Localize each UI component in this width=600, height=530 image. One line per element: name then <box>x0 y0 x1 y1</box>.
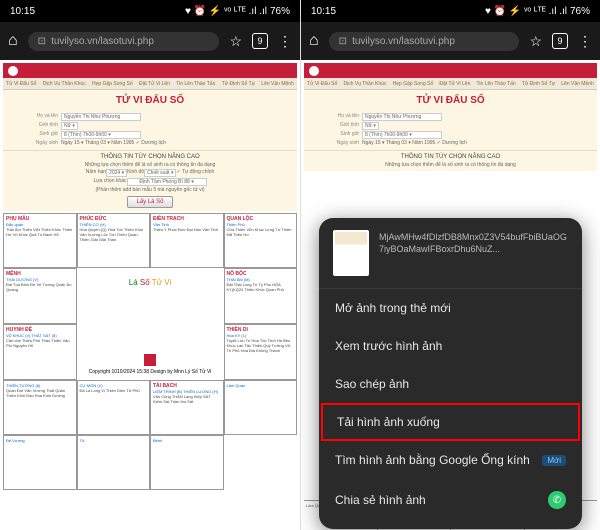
menu-copy-image[interactable]: Sao chép ảnh <box>319 365 582 403</box>
battery-percent: 76% <box>570 6 590 17</box>
menu-download-image[interactable]: Tải hình ảnh xuống <box>321 403 580 441</box>
right-phone-screenshot: 10:15 ♥ ⏰ ⚡ ᵛᵒ ᴸᵀᴱ .ıl .ıl 76% ⌂ ⊡ tuvil… <box>300 0 600 530</box>
site-header <box>3 63 297 78</box>
page-title: TỬ VI ĐẨU SỐ <box>3 95 297 106</box>
kebab-menu-icon[interactable]: ⋮ <box>578 33 592 50</box>
site-header <box>304 63 597 78</box>
seal-icon <box>144 354 156 366</box>
status-bar: 10:15 ♥ ⏰ ⚡ ᵛᵒ ᴸᵀᴱ .ıl .ıl 76% <box>301 0 600 22</box>
site-nav[interactable]: Tử Vi Đẩu SốDịch Vụ Thần KhúcHẹp Gặp Son… <box>3 78 297 90</box>
status-time: 10:15 <box>10 6 35 17</box>
url-bar[interactable]: ⊡ tuvilyso.vn/lasotuvi.php <box>28 32 220 51</box>
menu-preview-image[interactable]: Xem trước hình ảnh <box>319 327 582 365</box>
status-icons: ♥ ⏰ ⚡ ᵛᵒ ᴸᵀᴱ .ıl .ıl <box>485 6 567 17</box>
hour-select[interactable]: 8 (Thìn) 7h00-9h00 ▾ <box>61 131 141 139</box>
line-share-icon[interactable]: ✆ <box>548 491 566 509</box>
battery-percent: 76% <box>270 6 290 17</box>
kebab-menu-icon[interactable]: ⋮ <box>278 33 292 50</box>
gender-select[interactable]: Nữ ▾ <box>61 122 78 130</box>
browser-toolbar: ⌂ ⊡ tuvilyso.vn/lasotuvi.php ☆ 9 ⋮ <box>0 22 300 60</box>
page-content-left: Tử Vi Đẩu SốDịch Vụ Thần KhúcHẹp Gặp Son… <box>0 60 300 530</box>
menu-google-lens[interactable]: Tìm hình ảnh bằng Google Ống kínhMới <box>319 441 582 479</box>
tuviso-chart: PHỤ MẪUĐẩu quậnThái Âm Thiên Việt Thiên … <box>3 213 297 490</box>
form-area: Họ và tênNguyễn Thị Như Phượng Giới tính… <box>304 109 597 150</box>
lock-icon: ⊡ <box>38 36 46 47</box>
bookmark-star-icon[interactable]: ☆ <box>229 33 242 50</box>
status-time: 10:15 <box>311 6 336 17</box>
name-input[interactable]: Nguyễn Thị Như Phượng <box>61 113 141 121</box>
bookmark-star-icon[interactable]: ☆ <box>529 33 542 50</box>
context-menu-header: MjAwMHw4fDlzfDB8Mnx0Z3V54bufFbiBUaOG7iyB… <box>319 230 582 289</box>
tab-counter[interactable]: 9 <box>252 33 268 49</box>
image-url-text: MjAwMHw4fDlzfDB8Mnx0Z3V54bufFbiBUaOG7iyB… <box>379 230 568 255</box>
image-thumbnail <box>333 230 369 276</box>
left-phone-screenshot: 10:15 ♥ ⏰ ⚡ ᵛᵒ ᴸᵀᴱ .ıl .ıl 76% ⌂ ⊡ tuvil… <box>0 0 300 530</box>
home-icon[interactable]: ⌂ <box>309 32 319 50</box>
menu-open-new-tab[interactable]: Mở ảnh trong thẻ mới <box>319 289 582 327</box>
image-context-menu: MjAwMHw4fDlzfDB8Mnx0Z3V54bufFbiBUaOG7iyB… <box>319 218 582 529</box>
status-icons: ♥ ⏰ ⚡ ᵛᵒ ᴸᵀᴱ .ıl .ıl <box>185 6 267 17</box>
home-icon[interactable]: ⌂ <box>8 32 18 50</box>
status-bar: 10:15 ♥ ⏰ ⚡ ᵛᵒ ᴸᵀᴱ .ıl .ıl 76% <box>0 0 300 22</box>
url-bar[interactable]: ⊡ tuvilyso.vn/lasotuvi.php <box>329 32 520 51</box>
title-section: TỬ VI ĐẨU SỐ <box>304 90 597 109</box>
site-nav[interactable]: Tử Vi Đẩu SốDịch Vụ Thần KhúcHẹp Gặp Son… <box>304 78 597 90</box>
url-text: tuvilyso.vn/lasotuvi.php <box>352 36 455 47</box>
advanced-section: THÔNG TIN TÙY CHỌN NÂNG CAO Những lựa ch… <box>3 150 297 211</box>
page-content-right: Tử Vi Đẩu SốDịch Vụ Thần KhúcHẹp Gặp Son… <box>301 60 600 530</box>
browser-toolbar: ⌂ ⊡ tuvilyso.vn/lasotuvi.php ☆ 9 ⋮ <box>301 22 600 60</box>
url-text: tuvilyso.vn/lasotuvi.php <box>51 36 154 47</box>
form-area: Họ và tênNguyễn Thị Như Phượng Giới tính… <box>3 109 297 150</box>
page-title: TỬ VI ĐẨU SỐ <box>304 95 597 106</box>
new-badge: Mới <box>542 455 566 466</box>
submit-button[interactable]: Lấy Lá Số <box>127 196 172 208</box>
advanced-section: THÔNG TIN TÙY CHỌN NÂNG CAO Những lựa ch… <box>304 150 597 171</box>
menu-share-image[interactable]: Chia sẻ hình ảnh✆ <box>319 479 582 521</box>
date-selects[interactable]: Ngày 15 ▾ Tháng 03 ▾ Năm 1995 ✓ Dương lị… <box>61 140 166 146</box>
lock-icon: ⊡ <box>339 36 347 47</box>
title-section: TỬ VI ĐẨU SỐ <box>3 90 297 109</box>
tab-counter[interactable]: 9 <box>552 33 568 49</box>
